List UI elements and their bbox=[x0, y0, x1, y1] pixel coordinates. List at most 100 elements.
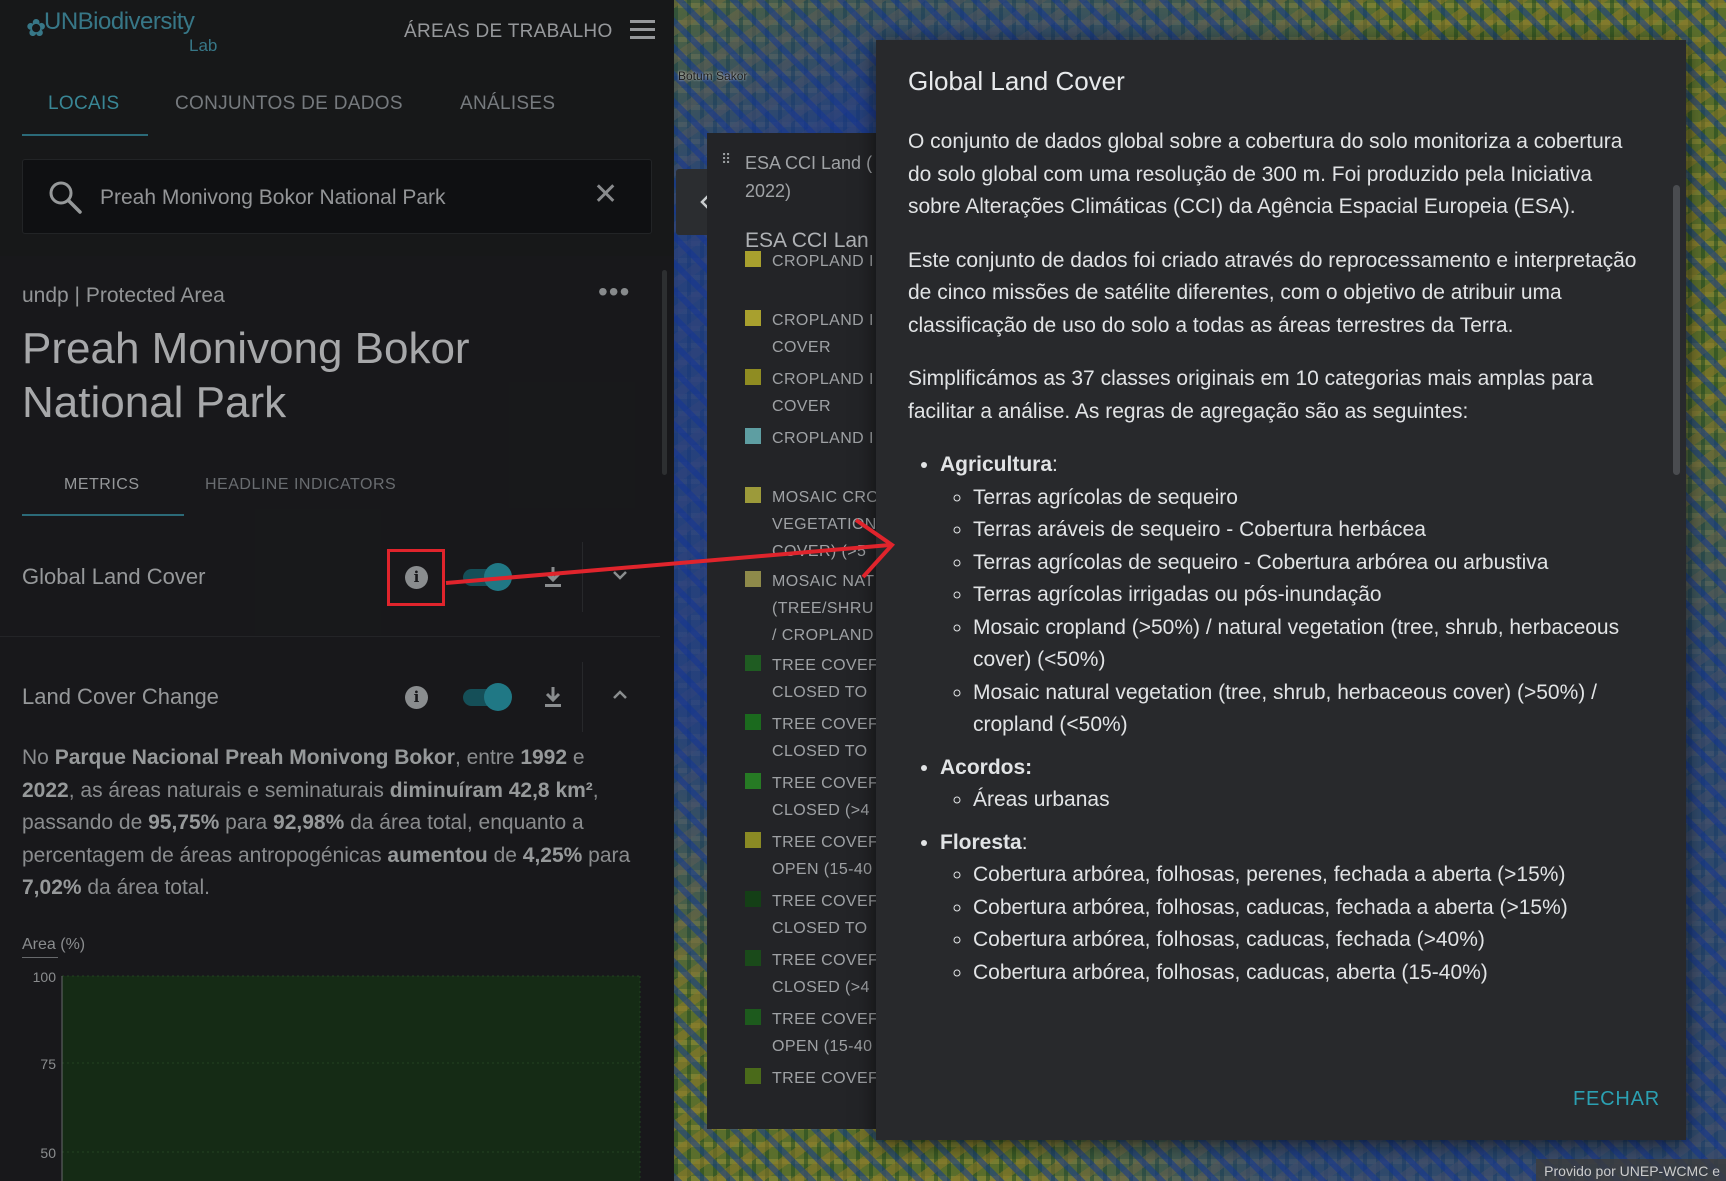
category-name: Agricultura bbox=[940, 453, 1053, 476]
logo-subtext: Lab bbox=[189, 36, 218, 55]
subcategory-list: Áreas urbanas bbox=[940, 784, 1648, 817]
more-options-icon[interactable]: ••• bbox=[598, 276, 630, 308]
legend-swatch bbox=[745, 310, 761, 326]
legend-item-label: TREE COVEF CLOSED (>4 bbox=[772, 952, 877, 996]
legend-swatch bbox=[745, 714, 761, 730]
legend-swatch bbox=[745, 487, 761, 503]
info-icon[interactable]: i bbox=[405, 686, 428, 709]
y-tick-label: 100 bbox=[33, 969, 57, 985]
legend-swatch bbox=[745, 950, 761, 966]
download-icon[interactable] bbox=[540, 684, 566, 710]
logo-text: UNBiodiversity bbox=[44, 8, 195, 35]
summary-text: No bbox=[22, 746, 55, 769]
chevron-down-icon[interactable] bbox=[609, 564, 631, 586]
search-input[interactable]: Preah Monivong Bokor National Park bbox=[100, 186, 446, 210]
layer-label: Land Cover Change bbox=[22, 684, 219, 709]
summary-highlight: aumentou bbox=[387, 843, 488, 867]
subcategory-item: Cobertura arbórea, folhosas, perenes, fe… bbox=[973, 859, 1648, 892]
close-icon[interactable]: ✕ bbox=[593, 180, 618, 210]
legend-swatch bbox=[745, 1068, 761, 1084]
subcategory-item: Terras aráveis de sequeiro - Cobertura h… bbox=[973, 514, 1648, 547]
legend-item-label: CROPLAND I COVER bbox=[772, 371, 874, 415]
legend-swatch bbox=[745, 369, 761, 385]
location-subtitle: undp | Protected Area bbox=[22, 284, 225, 307]
layer-label: Global Land Cover bbox=[22, 564, 206, 589]
summary-text: e bbox=[567, 746, 585, 769]
subcategory-list: Terras agrícolas de sequeiroTerras aráve… bbox=[940, 482, 1648, 742]
app-logo[interactable]: ✿ UNBiodiversity Lab bbox=[26, 6, 226, 55]
category-suffix: : bbox=[1052, 453, 1058, 476]
legend-item-label: TREE COVEF CLOSED TO bbox=[772, 893, 877, 937]
download-icon[interactable] bbox=[540, 564, 566, 590]
search-box[interactable]: Preah Monivong Bokor National Park ✕ bbox=[22, 159, 652, 234]
dialog-title: Global Land Cover bbox=[908, 66, 1125, 96]
tab-analises[interactable]: ANÁLISES bbox=[460, 93, 555, 115]
summary-highlight: 2022 bbox=[22, 778, 69, 802]
info-dialog: Global Land Cover O conjunto de dados gl… bbox=[876, 40, 1686, 1140]
legend-swatch bbox=[745, 655, 761, 671]
chart-ylabel-underline bbox=[22, 957, 58, 958]
row-divider bbox=[582, 662, 583, 732]
legend-item-label: CROPLAND I bbox=[772, 253, 874, 270]
dialog-scrollbar[interactable] bbox=[1673, 143, 1680, 1108]
category-name: Acordos: bbox=[940, 755, 1033, 779]
land-cover-chart: 100 75 50 bbox=[33, 969, 641, 1181]
active-tab-indicator bbox=[22, 134, 148, 136]
workspaces-menu[interactable]: ÁREAS DE TRABALHO bbox=[404, 21, 613, 43]
category-list: Agricultura: Terras agrícolas de sequeiro… bbox=[908, 449, 1648, 989]
subcategory-item: Terras agrícolas de sequeiro bbox=[973, 482, 1648, 515]
summary-text: , entre bbox=[454, 746, 521, 769]
dialog-paragraph: O conjunto de dados global sobre a cober… bbox=[908, 130, 1623, 218]
close-button[interactable]: FECHAR bbox=[1573, 1088, 1660, 1111]
legend-item-label: TREE COVEF CLOSED TO bbox=[772, 657, 877, 701]
layer-toggle[interactable] bbox=[460, 683, 512, 711]
legend-swatch bbox=[745, 773, 761, 789]
summary-text: da área total. bbox=[81, 876, 210, 899]
summary-highlight: Parque Nacional Preah Monivong Bokor bbox=[54, 746, 455, 769]
search-icon bbox=[49, 181, 82, 214]
map-place-label: Botum Sakor bbox=[678, 69, 748, 83]
summary-highlight: diminuíram 42,8 km² bbox=[389, 778, 593, 802]
legend-swatch bbox=[745, 251, 761, 267]
summary-text: , as áreas naturais e seminaturais bbox=[68, 778, 390, 802]
legend-swatch bbox=[745, 891, 761, 907]
land-cover-summary: No Parque Nacional Preah Monivong Bokor,… bbox=[22, 742, 632, 905]
tab-metrics[interactable]: METRICS bbox=[64, 476, 140, 494]
legend-item-label: MOSAIC NAT (TREE/SHRU / CROPLAND bbox=[772, 573, 875, 644]
hamburger-menu-icon[interactable] bbox=[630, 20, 655, 40]
legend-title: ESA CCI Land ( 2022) bbox=[745, 153, 873, 201]
summary-text: para bbox=[582, 843, 631, 867]
category-name: Floresta bbox=[940, 830, 1022, 854]
subcategory-item: Terras agrícolas de sequeiro - Cobertura… bbox=[973, 547, 1648, 580]
layer-row-global-land-cover: Global Land Cover i bbox=[0, 542, 674, 612]
top-bar: ✿ UNBiodiversity Lab ÁREAS DE TRABALHO bbox=[0, 0, 674, 56]
tab-conjuntos-de-dados[interactable]: CONJUNTOS DE DADOS bbox=[175, 93, 403, 115]
map-attribution[interactable]: Provido por UNEP-WCMC e bbox=[1536, 1159, 1726, 1181]
sidebar-scrollbar[interactable] bbox=[662, 270, 667, 475]
divider bbox=[0, 636, 660, 637]
legend-item-label: TREE COVEF CLOSED (>4 bbox=[772, 775, 877, 819]
subcategory-item: Cobertura arbórea, folhosas, caducas, fe… bbox=[973, 892, 1648, 925]
legend-swatch bbox=[745, 571, 761, 587]
legend-item-label: TREE COVEF OPEN (15-40 bbox=[772, 1011, 877, 1055]
legend-item-label: CROPLAND I bbox=[772, 430, 874, 447]
chart-ylabel: Area (%) bbox=[22, 936, 86, 953]
dialog-paragraph: Simplificámos as 37 classes originais em… bbox=[908, 367, 1594, 423]
tab-locais[interactable]: LOCAIS bbox=[48, 93, 120, 115]
legend-item-label: MOSAIC CRO VEGETATION COVER) (>5 bbox=[772, 489, 877, 560]
legend-swatch bbox=[745, 428, 761, 444]
row-divider bbox=[582, 542, 583, 612]
dialog-body: O conjunto de dados global sobre a cober… bbox=[908, 126, 1648, 1094]
layer-toggle[interactable] bbox=[460, 563, 512, 591]
layer-row-land-cover-change: Land Cover Change i bbox=[0, 662, 674, 732]
summary-highlight: 95,75% bbox=[148, 811, 220, 834]
subcategory-item: Cobertura arbórea, folhosas, caducas, fe… bbox=[973, 924, 1648, 957]
legend-item-label: TREE COVEF OPEN (15-40 bbox=[772, 834, 877, 878]
y-tick-label: 75 bbox=[40, 1056, 56, 1072]
dialog-paragraph: Este conjunto de dados foi criado atravé… bbox=[908, 248, 1637, 337]
summary-text: para bbox=[219, 811, 274, 834]
tab-headline-indicators[interactable]: HEADLINE INDICATORS bbox=[205, 476, 396, 494]
drag-handle-icon[interactable]: ⠿ bbox=[721, 151, 731, 168]
subcategory-item: Terras agrícolas irrigadas ou pós-inunda… bbox=[973, 579, 1648, 612]
chevron-up-icon[interactable] bbox=[609, 684, 631, 706]
